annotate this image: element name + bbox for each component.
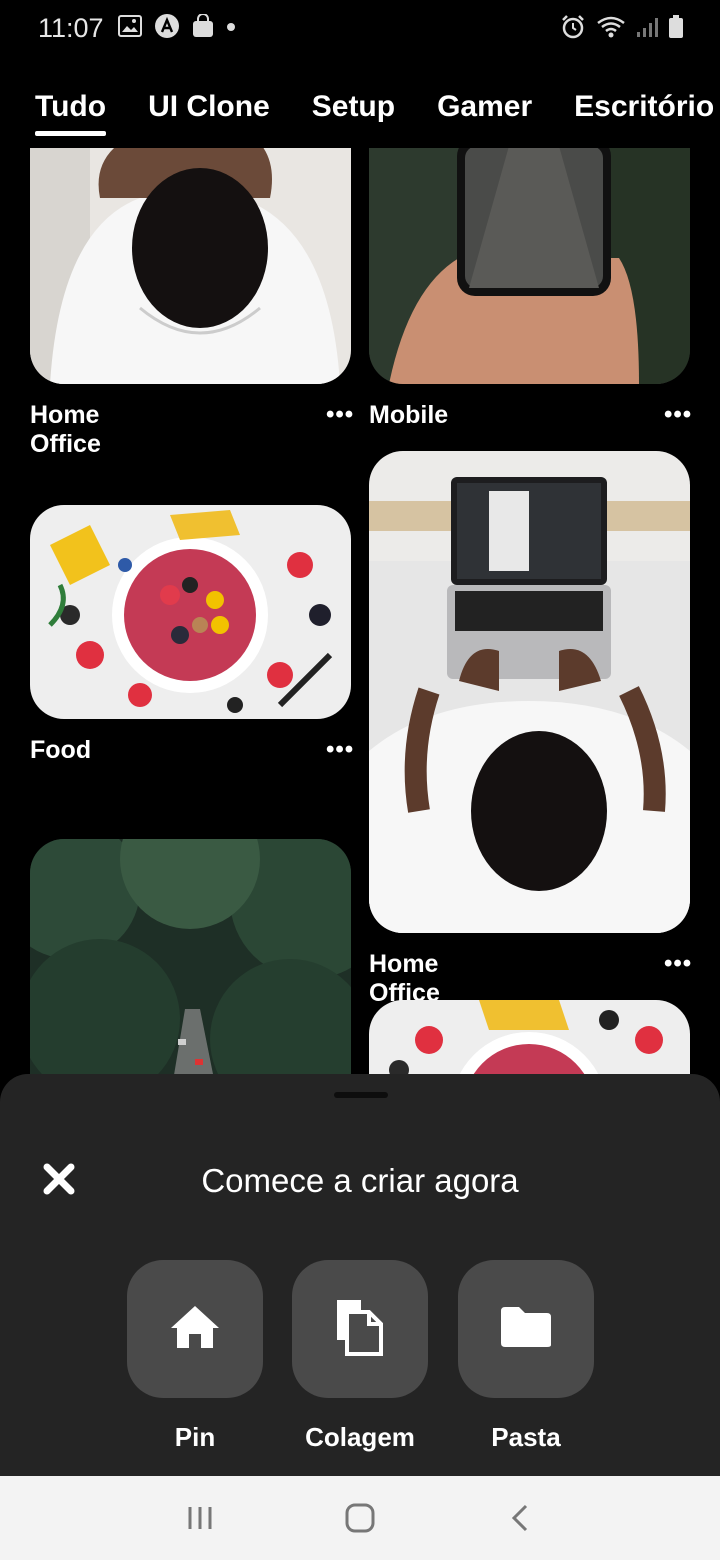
gallery-icon xyxy=(117,14,142,42)
tab-escritorio[interactable]: Escritório xyxy=(574,90,714,136)
tab-setup[interactable]: Setup xyxy=(312,90,395,136)
more-options-icon[interactable]: ••• xyxy=(326,401,354,429)
tab-gamer[interactable]: Gamer xyxy=(437,90,532,136)
recent-apps-icon[interactable] xyxy=(170,1488,230,1548)
pin-title: Food xyxy=(30,736,92,764)
pin-feed: Home Office ••• Mobile ••• Food ••• Home… xyxy=(0,148,720,1078)
category-tabs: Tudo UI Clone Setup Gamer Escritório xyxy=(0,90,720,146)
back-icon[interactable] xyxy=(490,1488,550,1548)
home-button-icon[interactable] xyxy=(330,1488,390,1548)
tab-tudo[interactable]: Tudo xyxy=(35,90,107,136)
more-options-icon[interactable]: ••• xyxy=(664,401,692,429)
more-options-icon[interactable]: ••• xyxy=(326,736,354,764)
create-collage-button[interactable]: Colagem xyxy=(290,1260,430,1453)
status-bar: 11:07 xyxy=(0,0,720,56)
shopping-bag-icon xyxy=(192,12,214,43)
signal-icon xyxy=(636,16,658,43)
folder-icon xyxy=(499,1305,553,1354)
create-pin-button[interactable]: Pin xyxy=(125,1260,265,1453)
dot-icon xyxy=(226,19,236,37)
pin-label: Pin xyxy=(174,1422,216,1452)
folder-label: Pasta xyxy=(491,1422,561,1452)
battery-icon xyxy=(668,15,684,44)
pin-image-phone-over-road[interactable] xyxy=(369,148,690,384)
pin-image-fruit-bowl[interactable] xyxy=(369,1000,690,1078)
tab-ui-clone[interactable]: UI Clone xyxy=(148,90,270,136)
status-left-icons xyxy=(117,12,236,44)
pin-title: Home Office xyxy=(30,401,101,458)
pin-image-fruit-bowl[interactable] xyxy=(30,505,351,719)
create-folder-button[interactable]: Pasta xyxy=(456,1260,596,1453)
status-right-icons xyxy=(560,14,684,45)
sheet-drag-handle[interactable] xyxy=(334,1092,388,1098)
status-time: 11:07 xyxy=(38,12,104,43)
pin-tile[interactable] xyxy=(127,1260,263,1398)
create-bottom-sheet: Comece a criar agora Pin Colagem Pasta xyxy=(0,1074,720,1476)
pin-image-person-top-view[interactable] xyxy=(30,148,351,384)
pin-title: Mobile xyxy=(369,401,449,429)
sheet-title: Comece a criar agora xyxy=(201,1162,519,1199)
pin-image-forest-road[interactable] xyxy=(30,839,351,1078)
app-icon xyxy=(154,13,180,44)
alarm-icon xyxy=(560,14,586,45)
collage-icon xyxy=(331,1298,389,1361)
pin-image-person-laptop[interactable] xyxy=(369,451,690,933)
collage-label: Colagem xyxy=(305,1422,415,1452)
home-icon xyxy=(169,1304,221,1355)
collage-tile[interactable] xyxy=(292,1260,428,1398)
folder-tile[interactable] xyxy=(458,1260,594,1398)
system-nav-bar xyxy=(0,1476,720,1560)
wifi-icon xyxy=(596,15,626,44)
more-options-icon[interactable]: ••• xyxy=(664,950,692,978)
